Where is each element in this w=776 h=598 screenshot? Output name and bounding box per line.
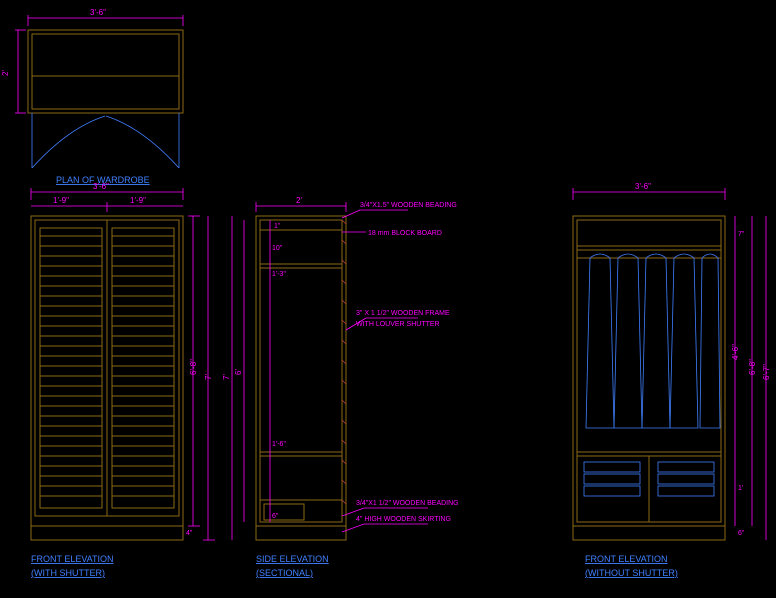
fs-half-r: 1'-9"	[130, 196, 146, 205]
fn-overall: 6'-7"	[762, 364, 771, 380]
fs-height: 6'-8"	[189, 359, 198, 375]
note-beading-bot: 3/4"X1 1/2" WOODEN BEADING	[356, 500, 459, 507]
fs-width: 3'-6"	[93, 182, 109, 191]
note-beading-top: 3/4"X1.5" WOODEN BEADING	[360, 202, 457, 209]
note-block: 18 mm BLOCK BOARD	[368, 230, 442, 237]
fs-title1: FRONT ELEVATION	[31, 554, 114, 564]
fn-title2: (WITHOUT SHUTTER)	[585, 568, 678, 578]
fn-hang: 4'-6"	[731, 344, 740, 360]
side-shelf1b: 1'-3"	[272, 271, 286, 278]
side-width: 2'	[296, 196, 302, 205]
side-topgap: 1"	[274, 223, 281, 230]
side-title2: (SECTIONAL)	[256, 568, 313, 578]
fn-title1: FRONT ELEVATION	[585, 554, 668, 564]
garments	[586, 254, 720, 428]
fs-skirt: 4"	[186, 530, 193, 537]
side-oh: 7'	[222, 374, 231, 380]
side-shelf1: 10"	[272, 245, 283, 252]
note-frame2: WITH LOUVER SHUTTER	[356, 321, 440, 328]
note-frame1: 3" X 1 1/2" WOODEN FRAME	[356, 310, 450, 317]
section-hatch	[342, 220, 346, 504]
note-skirt: 4" HIGH WOODEN SKIRTING	[356, 516, 451, 523]
side-h: 6'	[234, 369, 243, 375]
side-bshelf: 1'-6"	[272, 441, 286, 448]
side-title1: SIDE ELEVATION	[256, 554, 329, 564]
fs-title2: (WITH SHUTTER)	[31, 568, 105, 578]
fs-half-l: 1'-9"	[53, 196, 69, 205]
fn-top: 7"	[738, 231, 745, 238]
plan-depth: 2'	[1, 70, 10, 76]
side-skirt-d: 6"	[272, 513, 279, 520]
fn-skirt: 6"	[738, 530, 745, 537]
plan-width: 3'-6"	[90, 8, 106, 17]
fn-width: 3'-6"	[635, 182, 651, 191]
fs-overall: 7'	[204, 374, 213, 380]
fn-height: 6'-8"	[748, 359, 757, 375]
fn-shelf: 1'	[738, 485, 743, 492]
